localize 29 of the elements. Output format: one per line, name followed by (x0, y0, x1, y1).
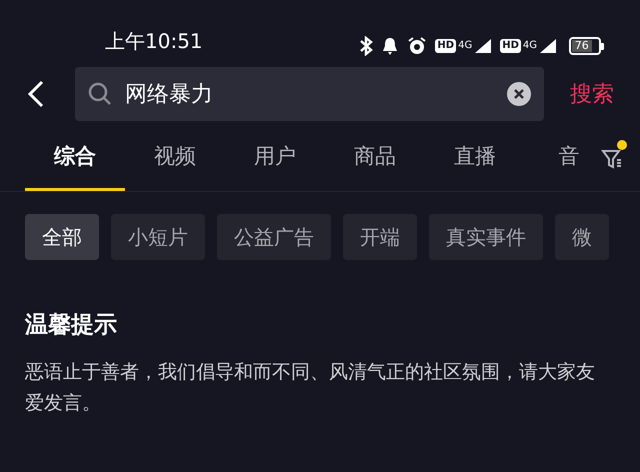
alarm-icon (407, 36, 428, 56)
status-time: 上午10:51 (105, 28, 203, 55)
bluetooth-icon (359, 36, 374, 56)
tab[interactable]: 用户 (225, 126, 325, 191)
filter-chip[interactable]: 真实事件 (429, 214, 543, 260)
hd-badge: HD (500, 39, 521, 53)
filter-chip[interactable]: 微 (555, 214, 609, 260)
notice-text: 恶语止于善者，我们倡导和而不同、风清气正的社区氛围，请大家友爱发言。 (25, 360, 596, 416)
tab[interactable]: 直播 (425, 126, 525, 191)
tab[interactable]: 商品 (325, 126, 425, 191)
filter-chip[interactable]: 小短片 (111, 214, 205, 260)
notice-title: 温馨提示 (25, 311, 118, 340)
bell-icon (381, 36, 400, 56)
battery-icon: 76 (569, 37, 604, 55)
filter-chip[interactable]: 全部 (25, 214, 99, 260)
hd-badge: HD (435, 39, 456, 53)
search-button[interactable]: 搜索 (570, 78, 614, 110)
search-field[interactable]: 网络暴力 (75, 67, 544, 121)
network-label: 4G (522, 39, 537, 53)
signal-icon (539, 38, 557, 54)
tab[interactable]: 综合 (25, 126, 125, 191)
tab[interactable]: 音 (525, 126, 613, 191)
filter-chip[interactable]: 公益广告 (217, 214, 331, 260)
clear-icon[interactable] (506, 81, 532, 107)
search-icon (87, 81, 113, 107)
network-label: 4G (458, 39, 472, 53)
filter-chip[interactable]: 开端 (343, 214, 417, 260)
signal-icon (474, 38, 492, 54)
tab[interactable]: 视频 (125, 126, 225, 191)
